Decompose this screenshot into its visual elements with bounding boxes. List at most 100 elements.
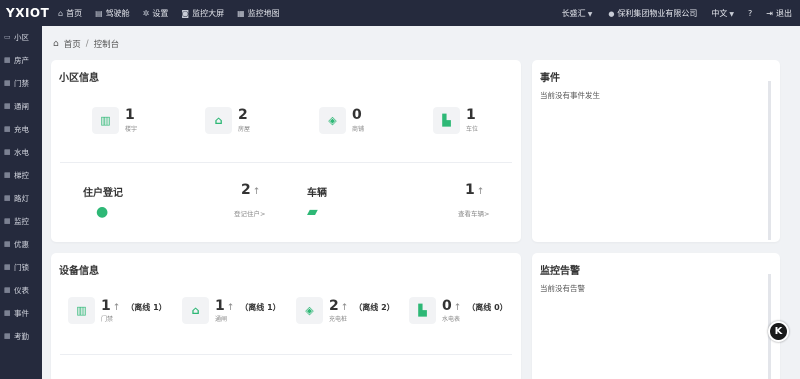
divider xyxy=(60,354,512,355)
community-info-card: 小区信息 ▥ 1 楼宇 ⌂ 2 房屋 ◈ 0 商铺 ▙ 1 车位 住户登记 ● 2 ↑ 登… xyxy=(51,60,521,242)
events-card: 事件 当前没有事件发生 xyxy=(532,60,780,242)
user-icon: ● xyxy=(96,204,109,220)
breadcrumb-separator: / xyxy=(85,39,89,49)
stat-icon-box: ▥ xyxy=(68,297,95,324)
sidebar-item-property[interactable]: ▦ 房产 xyxy=(0,49,42,71)
device-count: 2 xyxy=(329,298,339,314)
vehicle-count-value: 1 xyxy=(465,182,475,198)
truck-icon: ▙ xyxy=(442,114,451,127)
gear-icon: ✲ xyxy=(142,8,150,18)
stat-number: 0 xyxy=(352,107,362,123)
breadcrumb-home[interactable]: 首页 xyxy=(64,38,81,50)
sidebar-item-monitor[interactable]: ▦ 监控 xyxy=(0,210,42,232)
sidebar-item-label: 梯控 xyxy=(14,170,29,180)
events-empty-text: 当前没有事件发生 xyxy=(540,91,600,100)
sidebar-item-label: 路灯 xyxy=(14,193,29,203)
vehicle-title: 车辆 xyxy=(307,188,327,199)
stat-icon-box: ⌂ xyxy=(182,297,209,324)
company-menu[interactable]: ● 保利集团物业有限公司 xyxy=(606,8,697,19)
home-icon: ⌂ xyxy=(58,8,64,18)
sidebar: ▭ 小区 ▦ 房产 ▦ 门禁 ▦ 通闸 ▦ 充电 ▦ 水电 ▦ 梯控 ▦ 路灯 ▦ 监控 ▦ 优惠 … xyxy=(0,26,42,379)
sidebar-item-streetlight[interactable]: ▦ 路灯 xyxy=(0,187,42,209)
sidebar-item-community[interactable]: ▭ 小区 xyxy=(0,26,42,48)
sidebar-item-gate[interactable]: ▦ 通闸 xyxy=(0,95,42,117)
nav-home[interactable]: ⌂ 首页 xyxy=(58,8,82,19)
sidebar-item-label: 考勤 xyxy=(14,331,29,341)
nav-monitor-screen-label: 监控大屏 xyxy=(192,8,225,18)
breadcrumb: ⌂ 首页 / 控制台 xyxy=(53,38,119,50)
floating-k-button[interactable]: K xyxy=(768,321,789,342)
arrow-up-icon: ↑ xyxy=(226,303,235,313)
community-dropdown[interactable]: 长盛汇 ▼ xyxy=(562,8,593,19)
grid-icon: ▦ xyxy=(4,263,11,271)
arrow-up-icon: ↑ xyxy=(453,303,462,313)
sidebar-item-label: 通闸 xyxy=(14,101,29,111)
device-count: 0 xyxy=(442,298,452,314)
device-label: 门禁 xyxy=(101,316,114,323)
sidebar-item-discount[interactable]: ▦ 优惠 xyxy=(0,233,42,255)
sidebar-item-meter[interactable]: ▦ 仪表 xyxy=(0,279,42,301)
box-icon: ◈ xyxy=(305,304,314,317)
nav-settings-label: 设置 xyxy=(152,8,169,18)
truck-icon: ▙ xyxy=(418,304,427,317)
device-count: 1 xyxy=(215,298,225,314)
company-label: 保利集团物业有限公司 xyxy=(617,8,698,18)
sidebar-item-doorlock[interactable]: ▦ 门锁 xyxy=(0,256,42,278)
stat-label: 楼宇 xyxy=(125,126,138,133)
stat-icon-box: ⌂ xyxy=(205,107,232,134)
events-scrollbar[interactable] xyxy=(768,81,771,240)
arrow-up-icon: ↑ xyxy=(476,187,485,197)
sidebar-item-label: 充电 xyxy=(14,124,29,134)
top-nav: ⌂ 首页 ▤ 驾驶舱 ✲ 设置 ◙ 监控大屏 ▦ 监控地图 xyxy=(58,0,280,26)
sidebar-item-label: 仪表 xyxy=(14,285,29,295)
logout-label: 退出 xyxy=(776,8,792,18)
grid-icon: ▦ xyxy=(4,194,11,202)
sidebar-item-label: 监控 xyxy=(14,216,29,226)
grid-icon: ▦ xyxy=(4,148,11,156)
house-icon: ⌂ xyxy=(191,304,200,317)
device-label: 通闸 xyxy=(215,316,228,323)
logout-button[interactable]: ⇥ 退出 xyxy=(766,8,792,19)
sidebar-item-charging[interactable]: ▦ 充电 xyxy=(0,118,42,140)
stat-icon-box: ◈ xyxy=(319,107,346,134)
sidebar-item-label: 门锁 xyxy=(14,262,29,272)
sidebar-item-access[interactable]: ▦ 门禁 xyxy=(0,72,42,94)
sidebar-item-label: 优惠 xyxy=(14,239,29,249)
device-label: 充电桩 xyxy=(329,316,348,323)
camera-icon: ◙ xyxy=(181,8,190,18)
stat-houses: ⌂ 2 房屋 xyxy=(205,107,250,134)
nav-home-label: 首页 xyxy=(66,8,83,18)
help-button[interactable]: ? xyxy=(748,9,752,18)
offline-count: （离线 0） xyxy=(467,303,508,312)
user-icon: ● xyxy=(608,9,615,18)
grid-icon: ▦ xyxy=(4,240,11,248)
car-icon: ▰ xyxy=(307,204,318,220)
sidebar-item-attendance[interactable]: ▦ 考勤 xyxy=(0,325,42,347)
nav-cockpit[interactable]: ▤ 驾驶舱 xyxy=(95,8,130,19)
stat-label: 商铺 xyxy=(352,126,365,133)
view-vehicles-link[interactable]: 查看车辆> xyxy=(458,208,489,218)
house-icon: ⌂ xyxy=(214,114,223,127)
grid-icon: ▦ xyxy=(4,217,11,225)
sidebar-item-label: 水电 xyxy=(14,147,29,157)
nav-settings[interactable]: ✲ 设置 xyxy=(143,8,169,19)
language-dropdown[interactable]: 中文 ▼ xyxy=(711,8,734,19)
brand-logo[interactable]: YXIOT xyxy=(6,6,49,20)
sidebar-item-elevator[interactable]: ▦ 梯控 xyxy=(0,164,42,186)
divider xyxy=(60,162,512,163)
sidebar-item-utilities[interactable]: ▦ 水电 xyxy=(0,141,42,163)
map-icon: ▦ xyxy=(237,8,245,18)
register-resident-link[interactable]: 登记住户> xyxy=(234,208,265,218)
stat-icon-box: ◈ xyxy=(296,297,323,324)
stat-label: 车位 xyxy=(466,126,479,133)
sidebar-item-events[interactable]: ▦ 事件 xyxy=(0,302,42,324)
sidebar-item-label: 门禁 xyxy=(14,78,29,88)
nav-monitor-screen[interactable]: ◙ 监控大屏 xyxy=(181,8,224,19)
grid-icon: ▦ xyxy=(4,56,11,64)
stat-parking: ▙ 1 车位 xyxy=(433,107,478,134)
sidebar-item-label: 房产 xyxy=(14,55,29,65)
vehicle-count: 1 ↑ xyxy=(465,182,484,198)
device-stat-charger: ◈ 2 ↑ （离线 2） 充电桩 xyxy=(296,297,395,324)
help-icon: ? xyxy=(748,8,753,18)
nav-monitor-map[interactable]: ▦ 监控地图 xyxy=(237,8,280,19)
